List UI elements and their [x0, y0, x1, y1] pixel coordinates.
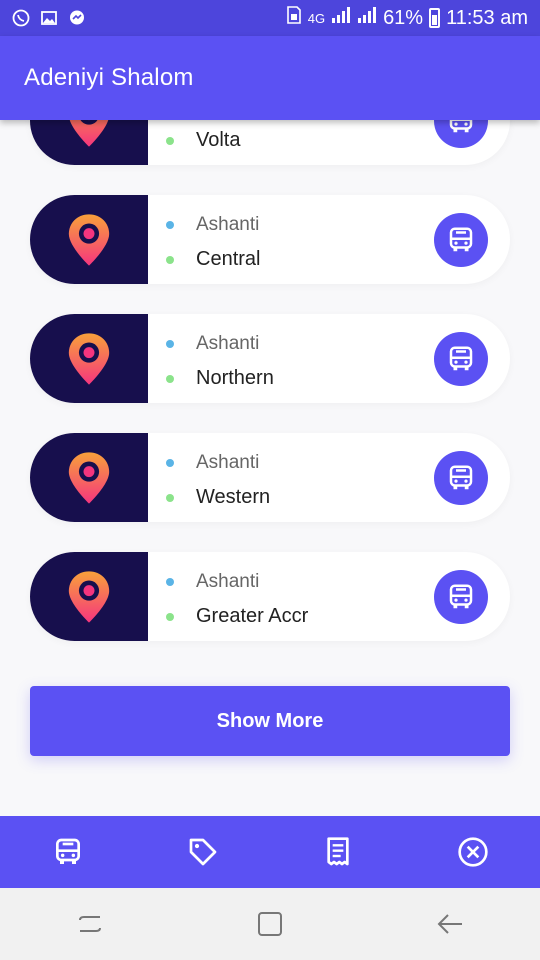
nav-tag-button[interactable] [173, 822, 233, 882]
back-icon[interactable] [425, 899, 475, 949]
bus-icon [446, 120, 476, 136]
bus-button[interactable] [434, 120, 488, 148]
route-list-container[interactable]: Volta Ashanti Central Ashanti Northern A… [0, 120, 540, 816]
destination-dot [166, 374, 174, 383]
origin-region: Ashanti [196, 213, 260, 235]
page-title: Adeniyi Shalom [24, 64, 194, 91]
destination-region: Volta [196, 129, 241, 151]
tag-icon [189, 838, 216, 866]
origin-region: Ashanti [196, 332, 260, 354]
system-nav-bar [0, 888, 540, 960]
location-pin-icon [67, 450, 111, 506]
list-item[interactable]: Volta [30, 120, 510, 165]
home-icon[interactable] [245, 899, 295, 949]
origin-region: Ashanti [196, 451, 260, 473]
signal-icon-2 [357, 6, 377, 30]
bus-icon [446, 225, 476, 255]
destination-dot [166, 493, 174, 502]
receipt-icon [326, 837, 349, 866]
pin-tile [30, 433, 148, 522]
bus-icon [446, 344, 476, 374]
location-pin-icon [67, 212, 111, 268]
battery-percent: 61% [383, 6, 424, 29]
recents-icon[interactable] [65, 899, 115, 949]
nav-bus-button[interactable] [38, 822, 98, 882]
sim-icon [286, 6, 302, 30]
pin-tile [30, 314, 148, 403]
battery-icon [429, 8, 441, 28]
bus-button[interactable] [434, 213, 488, 267]
bus-button[interactable] [434, 451, 488, 505]
destination-dot [166, 136, 174, 145]
list-item[interactable]: Ashanti Greater Accr [30, 552, 510, 641]
location-pin-icon [67, 569, 111, 625]
signal-icon [331, 6, 351, 30]
bus-button[interactable] [434, 570, 488, 624]
network-type: 4G [307, 10, 326, 26]
destination-region: Central [196, 248, 261, 270]
origin-dot [166, 577, 174, 586]
bus-icon [446, 582, 476, 612]
image-icon [40, 9, 58, 27]
whatsapp-icon [12, 9, 30, 27]
location-pin-icon [67, 120, 111, 149]
bus-button[interactable] [434, 332, 488, 386]
list-item[interactable]: Ashanti Western [30, 433, 510, 522]
origin-dot [166, 458, 174, 467]
list-item[interactable]: Ashanti Central [30, 195, 510, 284]
nav-receipt-button[interactable] [308, 822, 368, 882]
close-circle-icon [457, 837, 488, 867]
origin-dot [166, 220, 174, 229]
destination-region: Greater Accr [196, 605, 309, 627]
nav-close-button[interactable] [443, 822, 503, 882]
location-pin-icon [67, 331, 111, 387]
list-item[interactable]: Ashanti Northern [30, 314, 510, 403]
clock: 11:53 am [446, 6, 528, 29]
destination-dot [166, 255, 174, 264]
bus-icon [52, 836, 84, 868]
bus-icon [446, 463, 476, 493]
messenger-icon [68, 9, 86, 27]
pin-tile [30, 552, 148, 641]
destination-region: Northern [196, 367, 274, 389]
origin-dot [166, 339, 174, 348]
status-bar: 4G 61% 11:53 am [0, 0, 540, 36]
app-bar: Adeniyi Shalom [0, 36, 540, 120]
destination-dot [166, 612, 174, 621]
origin-region: Ashanti [196, 570, 260, 592]
destination-region: Western [196, 486, 271, 508]
pin-tile [30, 195, 148, 284]
bottom-nav [0, 816, 540, 888]
pin-tile [30, 120, 148, 165]
show-more-button[interactable]: Show More [30, 686, 510, 756]
route-list: Volta Ashanti Central Ashanti Northern A… [30, 120, 510, 671]
